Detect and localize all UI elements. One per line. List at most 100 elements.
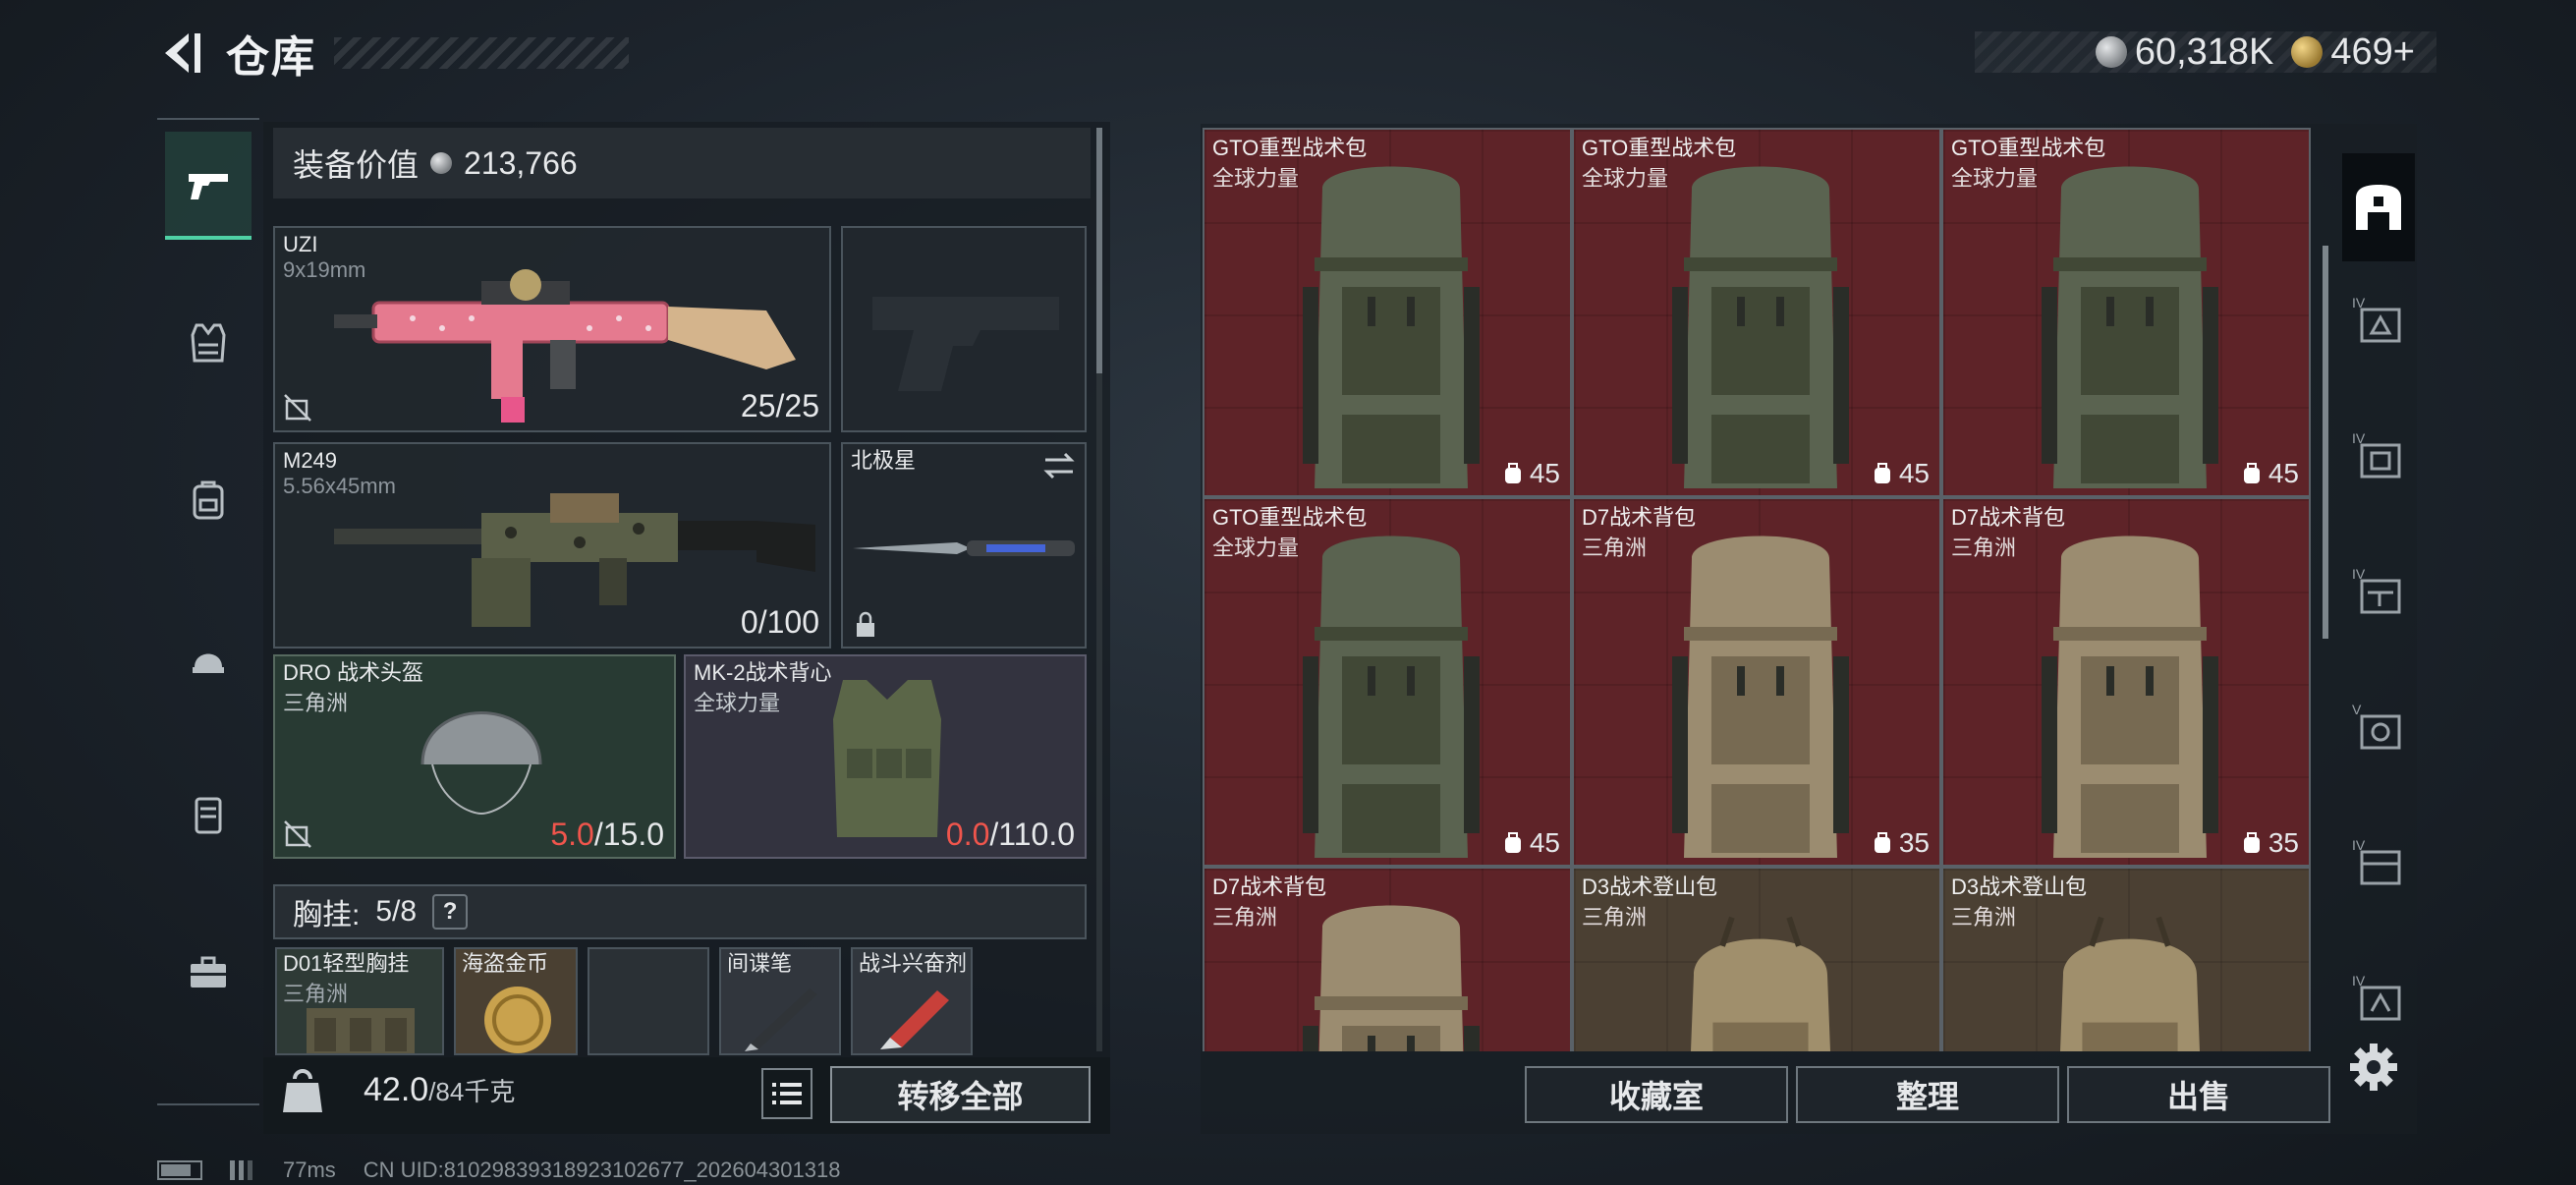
weapon-name: M249 xyxy=(283,448,338,473)
weapon-ammo-count: 25/25 xyxy=(740,388,819,423)
tab-cases[interactable] xyxy=(165,761,252,869)
storage-item-origin: 全球力量 xyxy=(1951,166,2039,191)
armor-durability-max: /110.0 xyxy=(989,817,1075,852)
chest-item-name: 间谍笔 xyxy=(727,951,793,976)
storage-item-name: D7战术背包 xyxy=(1212,875,1327,899)
sort-button[interactable]: 整理 xyxy=(1796,1066,2059,1123)
armor-slot[interactable]: MK-2战术背心 全球力量 0.0/110.0 xyxy=(684,654,1087,859)
case-icon xyxy=(195,797,222,834)
tier-iv-helmet-icon: IV xyxy=(2352,295,2401,343)
status-bar: 77ms CN UID:81029839318923102677_2026043… xyxy=(157,1157,840,1183)
equipment-value-amount: 213,766 xyxy=(464,144,578,181)
storage-item-cell[interactable]: GTO重型战术包 全球力量 45 xyxy=(1941,128,2311,497)
filter-tab[interactable]: IV xyxy=(2342,281,2415,360)
back-button[interactable] xyxy=(155,28,206,79)
chest-item-slot-empty[interactable] xyxy=(588,947,709,1055)
filter-tab[interactable]: IV xyxy=(2342,959,2415,1038)
melee-name: 北极星 xyxy=(851,448,917,473)
pistol-slot-empty[interactable] xyxy=(841,226,1087,432)
storage-item-capacity-value: 45 xyxy=(2268,458,2299,488)
unbound-icon xyxy=(284,820,311,848)
storage-item-name: GTO重型战术包 xyxy=(1212,136,1368,160)
chest-item-slot[interactable]: 间谍笔 xyxy=(719,947,841,1055)
collection-room-button[interactable]: 收藏室 xyxy=(1525,1066,1788,1123)
storage-item-cell[interactable]: D3战术登山包 三角洲 xyxy=(1941,867,2311,1051)
tier-iv-case-icon: IV xyxy=(2352,837,2401,885)
tab-vests[interactable] xyxy=(165,289,252,397)
storage-item-capacity-value: 45 xyxy=(1529,827,1560,858)
helmet-name: DRO 战术头盔 xyxy=(283,660,424,685)
storage-item-cell[interactable]: D7战术背包 三角洲 xyxy=(1203,867,1572,1051)
spy-pen-image xyxy=(745,988,817,1051)
filter-tab[interactable]: IV xyxy=(2342,417,2415,495)
backpack-icon xyxy=(193,480,224,520)
battery-icon xyxy=(157,1160,202,1180)
silver-currency[interactable]: 60,318K xyxy=(2095,30,2274,74)
sell-button[interactable]: 出售 xyxy=(2067,1066,2330,1123)
storage-item-cell[interactable]: D7战术背包 三角洲 35 xyxy=(1572,497,1941,867)
storage-item-origin: 三角洲 xyxy=(1212,905,1278,930)
filter-tab[interactable]: IV xyxy=(2342,823,2415,902)
chest-item-slot[interactable]: 战斗兴奋剂 xyxy=(851,947,973,1055)
loadout-scroll-track xyxy=(1096,373,1102,1051)
storage-item-cell[interactable]: D7战术背包 三角洲 35 xyxy=(1941,497,2311,867)
helmet-durability-max: /15.0 xyxy=(593,817,664,852)
help-button[interactable]: ? xyxy=(432,894,469,930)
filter-tab[interactable]: IV xyxy=(2342,552,2415,631)
back-arrow-icon xyxy=(165,33,200,73)
tab-toolbox[interactable] xyxy=(165,918,252,1026)
tab-weapons[interactable] xyxy=(165,132,252,240)
loadout-scrollbar[interactable] xyxy=(1096,128,1102,373)
storage-item-name: D7战术背包 xyxy=(1582,505,1697,530)
pistol-placeholder-icon xyxy=(872,297,1059,391)
equipment-value-label: 装备价值 xyxy=(293,147,420,183)
list-view-button[interactable] xyxy=(761,1068,812,1119)
vest-icon xyxy=(191,323,226,363)
stimulant-image xyxy=(880,990,949,1049)
chest-item-name: 战斗兴奋剂 xyxy=(859,951,968,976)
tab-helmets[interactable] xyxy=(165,603,252,711)
carry-weight-value: 42.0 xyxy=(364,1071,429,1108)
storage-item-capacity-value: 45 xyxy=(1529,458,1560,488)
storage-item-name: D3战术登山包 xyxy=(1582,875,1718,899)
backpack-image xyxy=(1303,905,1480,1051)
secondary-weapon-slot[interactable]: M249 5.56x45mm 0/100 xyxy=(273,442,831,649)
category-rail xyxy=(157,118,259,1105)
chest-item-slot[interactable]: D01轻型胸挂 三角洲 xyxy=(275,947,444,1055)
filter-tab[interactable]: V xyxy=(2342,688,2415,766)
helmet-slot[interactable]: DRO 战术头盔 三角洲 5.0/15.0 xyxy=(273,654,676,859)
backpack-image xyxy=(1303,536,1480,858)
page-title: 仓库 xyxy=(226,33,316,82)
storage-scrollbar[interactable] xyxy=(2323,246,2328,639)
filter-tab-all[interactable] xyxy=(2342,153,2415,261)
backpack-image xyxy=(1672,536,1849,858)
transfer-all-button[interactable]: 转移全部 xyxy=(830,1066,1091,1123)
melee-slot[interactable]: 北极星 xyxy=(841,442,1087,649)
title-decoration xyxy=(334,37,629,69)
storage-item-capacity: 35 xyxy=(1872,827,1930,859)
swap-icon[interactable] xyxy=(1041,450,1077,481)
armor-durability: 0.0/110.0 xyxy=(946,817,1075,853)
helmet-origin: 三角洲 xyxy=(283,691,349,715)
storage-item-cell[interactable]: GTO重型战术包 全球力量 45 xyxy=(1203,497,1572,867)
storage-item-origin: 三角洲 xyxy=(1582,536,1648,560)
storage-item-capacity-value: 35 xyxy=(2268,827,2299,858)
armor-origin: 全球力量 xyxy=(694,691,781,715)
helmet-bag-icon xyxy=(193,653,224,673)
storage-item-cell[interactable]: GTO重型战术包 全球力量 45 xyxy=(1572,128,1941,497)
silver-currency-value: 60,318K xyxy=(2134,30,2274,73)
storage-item-name: D3战术登山包 xyxy=(1951,875,2088,899)
tab-backpacks[interactable] xyxy=(165,446,252,554)
storage-item-cell[interactable]: GTO重型战术包 全球力量 45 xyxy=(1203,128,1572,497)
tier-v-gear-icon: V xyxy=(2352,702,2401,750)
storage-item-capacity: 45 xyxy=(2241,458,2299,489)
chest-item-slot[interactable]: 海盗金币 xyxy=(454,947,578,1055)
storage-item-origin: 全球力量 xyxy=(1212,536,1300,560)
home-icon xyxy=(2356,185,2401,230)
settings-gear-icon[interactable] xyxy=(2348,1042,2399,1093)
storage-item-cell[interactable]: D3战术登山包 三角洲 xyxy=(1572,867,1941,1051)
primary-weapon-slot[interactable]: UZI 9x19mm 25/25 xyxy=(273,226,831,432)
uzi-weapon-image xyxy=(334,269,796,423)
gold-currency[interactable]: 469+ xyxy=(2291,31,2415,74)
backpack-image xyxy=(1672,166,1849,488)
